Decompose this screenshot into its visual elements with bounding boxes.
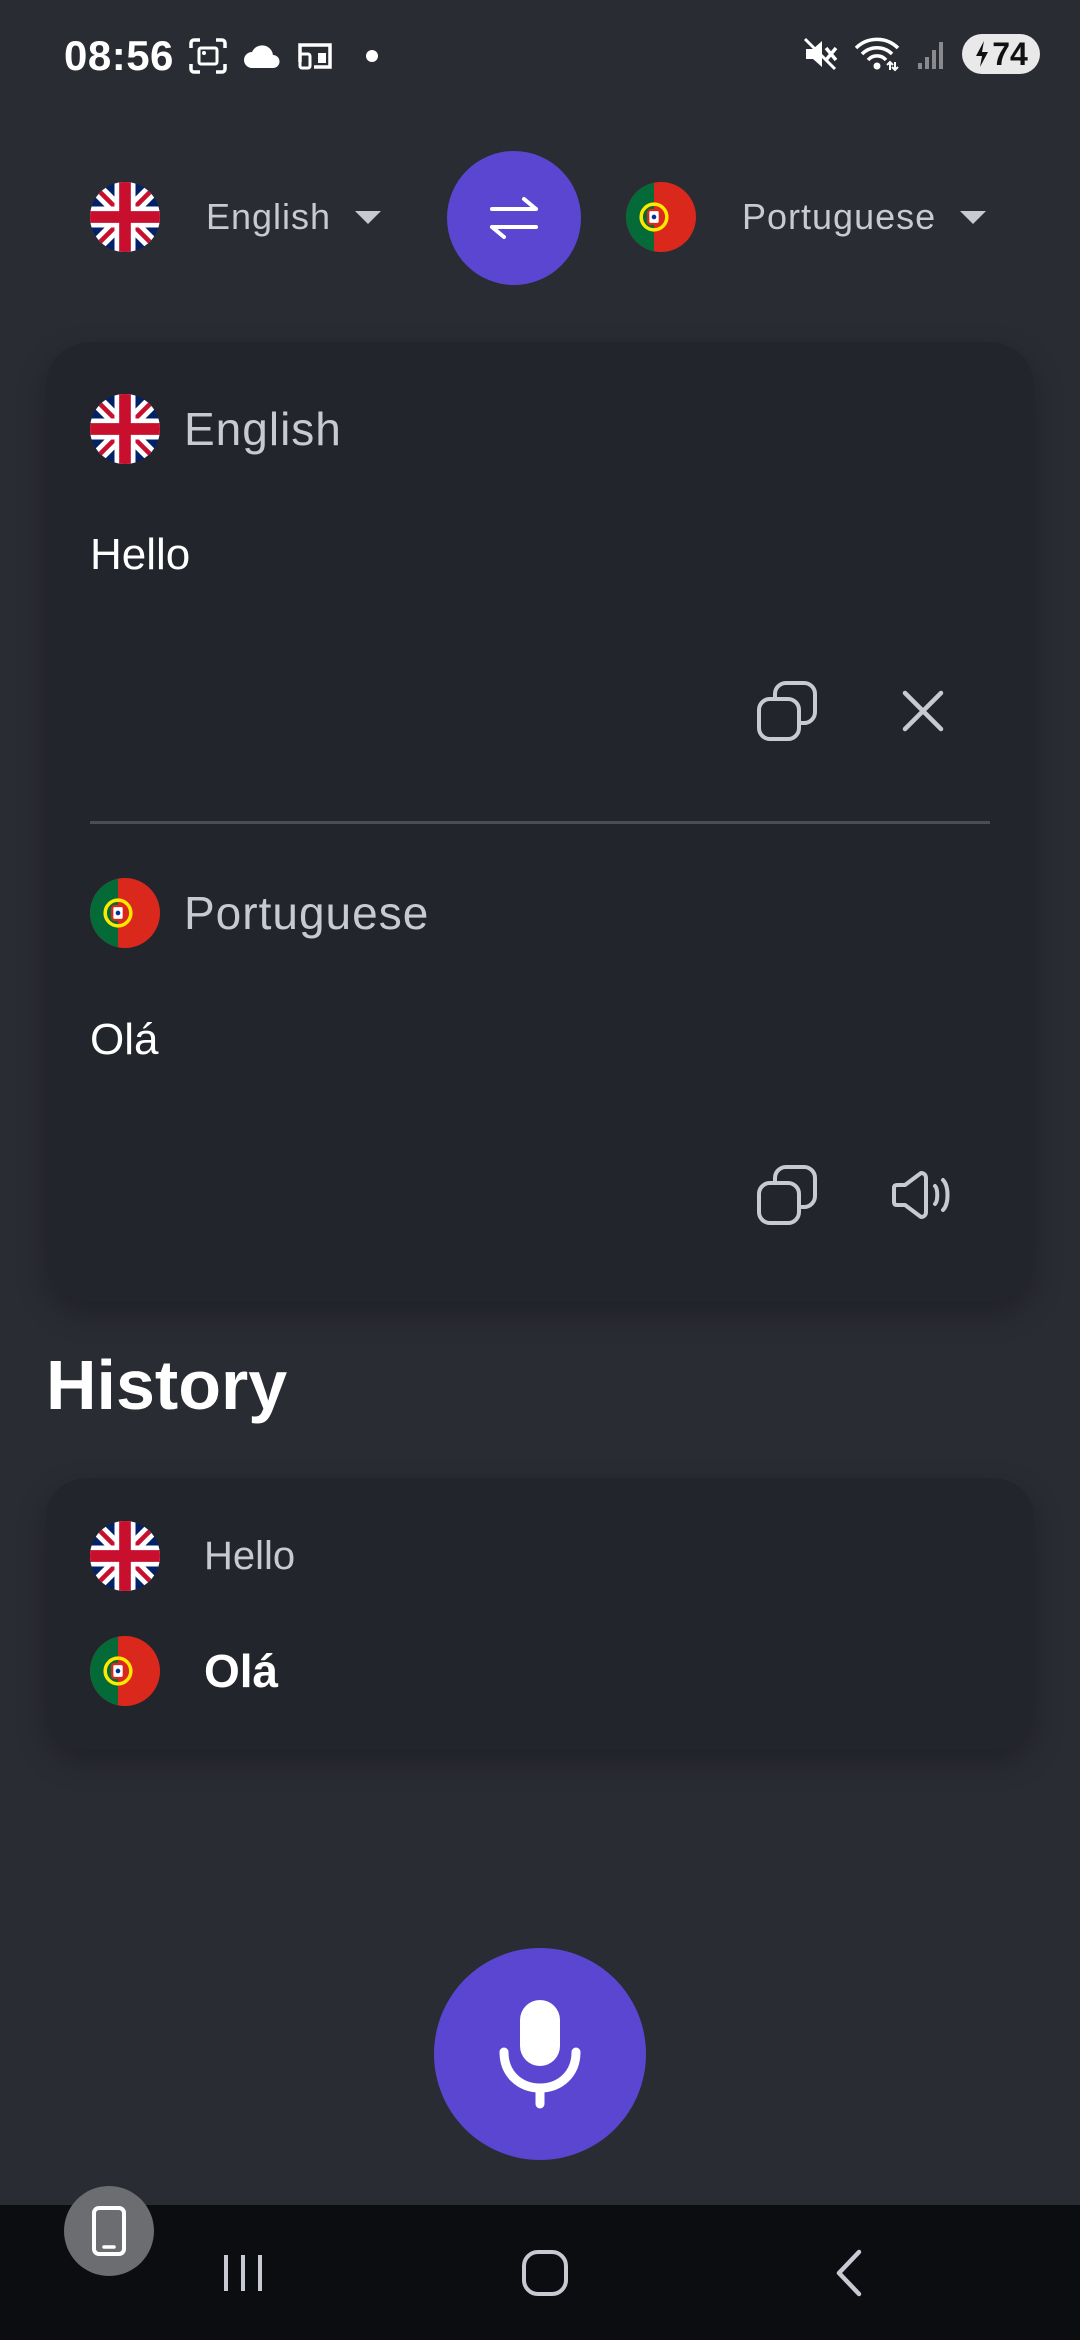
portugal-flag-icon bbox=[90, 878, 160, 948]
source-section-language: English bbox=[184, 403, 342, 455]
battery-level: 74 bbox=[992, 35, 1028, 72]
target-language-selector[interactable]: Portuguese bbox=[626, 182, 987, 252]
history-target-row: Olá bbox=[90, 1636, 278, 1706]
source-language-selector[interactable]: English bbox=[90, 182, 382, 252]
mute-icon bbox=[803, 37, 838, 71]
chevron-down-icon bbox=[355, 210, 382, 224]
wifi-icon bbox=[854, 37, 900, 72]
translated-text: Olá bbox=[90, 1015, 159, 1064]
swap-languages-button[interactable] bbox=[447, 151, 581, 285]
recent-apps-button[interactable] bbox=[198, 2238, 288, 2308]
speak-translation-button[interactable] bbox=[878, 1150, 968, 1240]
speaker-icon bbox=[892, 1171, 950, 1219]
recent-apps-icon bbox=[224, 2255, 262, 2291]
source-language-label: English bbox=[206, 196, 332, 237]
swap-icon bbox=[490, 197, 538, 239]
microphone-button[interactable] bbox=[434, 1948, 646, 2160]
source-text-input[interactable]: Hello bbox=[90, 530, 190, 580]
uk-flag-icon bbox=[90, 1521, 160, 1591]
home-icon bbox=[522, 2250, 568, 2296]
source-section-header: English bbox=[90, 394, 342, 464]
status-icons-right: 74 bbox=[802, 34, 1040, 74]
history-item[interactable] bbox=[46, 1478, 1034, 1750]
target-section-language: Portuguese bbox=[184, 887, 430, 939]
target-language-label: Portuguese bbox=[742, 196, 937, 237]
floating-phone-button[interactable] bbox=[64, 2186, 154, 2276]
history-source-row: Hello bbox=[90, 1521, 295, 1591]
uk-flag-icon bbox=[90, 182, 160, 252]
history-source-text: Hello bbox=[204, 1533, 296, 1578]
target-section-header: Portuguese bbox=[90, 878, 429, 948]
back-icon bbox=[836, 2249, 862, 2297]
back-button[interactable] bbox=[804, 2238, 894, 2308]
microphone-icon bbox=[499, 2000, 581, 2109]
status-time: 08:56 bbox=[64, 32, 174, 79]
signal-icon bbox=[918, 42, 943, 69]
copy-translation-button[interactable] bbox=[742, 1150, 832, 1240]
status-bar: 08:56 74 bbox=[0, 0, 1080, 115]
copy-source-button[interactable] bbox=[742, 666, 832, 756]
history-title: History bbox=[46, 1346, 288, 1424]
chevron-down-icon bbox=[960, 210, 987, 224]
status-icons-left bbox=[188, 38, 386, 74]
clear-text-button[interactable] bbox=[878, 666, 968, 756]
phone-icon bbox=[92, 2206, 126, 2256]
screenshot-icon bbox=[189, 38, 227, 74]
battery-indicator: 74 bbox=[962, 34, 1040, 74]
copy-icon bbox=[757, 1165, 817, 1225]
cast-icon bbox=[298, 43, 332, 70]
card-divider bbox=[90, 821, 990, 824]
history-target-text: Olá bbox=[204, 1645, 279, 1697]
copy-icon bbox=[757, 681, 817, 741]
cloud-icon bbox=[244, 45, 280, 68]
uk-flag-icon bbox=[90, 394, 160, 464]
close-icon bbox=[902, 690, 944, 732]
dot-icon bbox=[366, 50, 378, 62]
battery-charging-icon bbox=[976, 41, 989, 67]
portugal-flag-icon bbox=[626, 182, 696, 252]
home-button[interactable] bbox=[500, 2238, 590, 2308]
portugal-flag-icon bbox=[90, 1636, 160, 1706]
